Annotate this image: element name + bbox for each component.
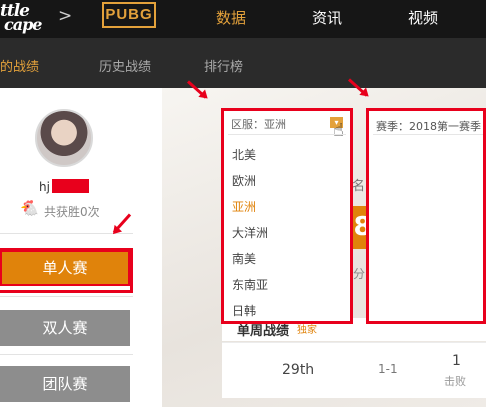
nav-item-data[interactable]: 数据 [216,7,246,28]
tab-history[interactable]: 历史战绩 [99,56,151,75]
weekly-stats-row [222,342,486,398]
nav-item-news[interactable]: 资讯 [312,7,342,28]
highlight-solo-button [0,248,133,293]
divider [0,296,133,297]
kills-value: 1 [452,353,461,369]
username: hj [39,180,50,194]
tab-my-records[interactable]: 我的战绩 [0,56,39,75]
weekly-rank: 29th [282,362,315,378]
tab-leaderboard[interactable]: 排行榜 [204,56,243,75]
chevron-right-icon: > [58,6,73,26]
wins-count: 共获胜0次 [44,205,100,219]
avatar [35,109,93,167]
highlight-season-dropdown [366,108,486,324]
divider [0,354,133,355]
pubg-logo[interactable]: PUBG [102,2,156,28]
logo-line-2: cape [4,15,42,34]
redaction-mark [52,179,89,193]
kills-label: 击败 [444,375,466,388]
points-label: 分 [353,267,366,281]
sub-navbar: 我的战绩 历史战绩 排行榜 [0,38,486,88]
mode-duo-button[interactable]: 双人赛 [0,310,130,346]
nav-item-video[interactable]: 视频 [408,7,438,28]
battlescape-logo[interactable]: ttle cape [0,3,42,34]
highlight-region-dropdown [221,108,353,324]
top-navbar: ttle cape > PUBG 数据 资讯 视频 [0,0,486,38]
weekly-score: 1-1 [378,362,398,376]
mode-squad-button[interactable]: 团队赛 [0,366,130,402]
chicken-icon: 🐔 [20,199,39,217]
